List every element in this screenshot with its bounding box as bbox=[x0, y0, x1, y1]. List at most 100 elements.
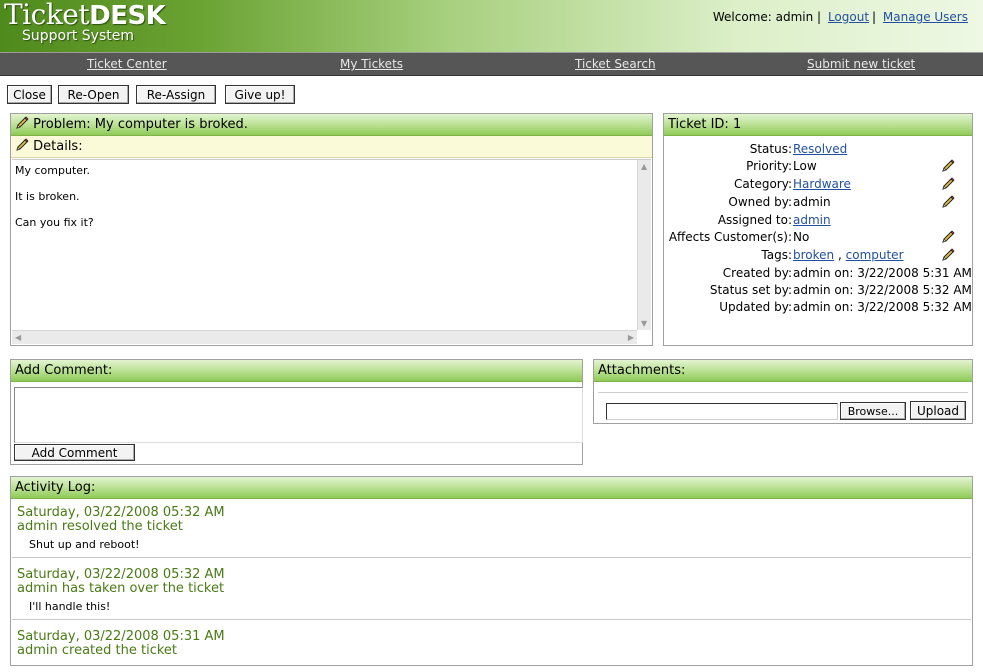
status-label: Status: bbox=[749, 142, 792, 156]
ticket-info-panel: Ticket ID: 1 Status: Resolved Priority: … bbox=[663, 113, 973, 346]
scroll-down-arrow-icon[interactable]: ▼ bbox=[641, 319, 647, 328]
pencil-icon[interactable] bbox=[15, 138, 29, 152]
details-text: My computer. It is broken. Can you fix i… bbox=[15, 164, 94, 242]
category-row: Category: Hardware bbox=[664, 177, 972, 194]
horizontal-scrollbar[interactable]: ◀ ▶ bbox=[12, 330, 637, 344]
status-set-row: Status set by: admin on: 3/22/2008 5:32 … bbox=[664, 283, 972, 300]
upload-button[interactable]: Upload bbox=[910, 401, 966, 420]
browse-button[interactable]: Browse... bbox=[840, 402, 906, 420]
priority-row: Priority: Low bbox=[664, 159, 972, 176]
pencil-icon[interactable] bbox=[941, 159, 955, 173]
add-comment-title: Add Comment: bbox=[15, 363, 113, 378]
log-entry: Saturday, 03/22/2008 05:31 AM admin crea… bbox=[17, 630, 225, 658]
assigned-value[interactable]: admin bbox=[793, 213, 831, 227]
priority-value: Low bbox=[793, 159, 817, 173]
pencil-icon[interactable] bbox=[941, 177, 955, 191]
ticket-id: Ticket ID: 1 bbox=[668, 117, 742, 132]
owned-row: Owned by: admin bbox=[664, 195, 972, 212]
pencil-icon[interactable] bbox=[941, 230, 955, 244]
updated-value: admin on: 3/22/2008 5:32 AM bbox=[793, 300, 972, 314]
log-comment: I'll handle this! bbox=[29, 600, 111, 613]
scroll-up-arrow-icon[interactable]: ▲ bbox=[641, 162, 647, 171]
log-comment: Shut up and reboot! bbox=[29, 538, 140, 551]
details-header: Details: bbox=[11, 136, 652, 158]
log-divider bbox=[12, 619, 971, 620]
category-label: Category: bbox=[734, 177, 792, 191]
tags-value: broken , computer bbox=[793, 248, 904, 262]
manage-users-link[interactable]: Manage Users bbox=[883, 10, 968, 24]
log-date: Saturday, 03/22/2008 05:32 AM bbox=[17, 505, 225, 520]
activity-log-header: Activity Log: bbox=[11, 477, 972, 499]
welcome-text: Welcome: admin | bbox=[712, 10, 822, 24]
problem-header: Problem: My computer is broked. bbox=[11, 114, 652, 136]
affects-label: Affects Customer(s): bbox=[668, 230, 792, 244]
attachments-panel: Attachments: Browse... Upload bbox=[593, 359, 973, 424]
owned-label: Owned by: bbox=[728, 195, 792, 209]
affects-row: Affects Customer(s): No bbox=[664, 230, 972, 247]
updated-label: Updated by: bbox=[719, 300, 792, 314]
activity-log-title: Activity Log: bbox=[15, 480, 96, 495]
ticket-id-header: Ticket ID: 1 bbox=[664, 114, 972, 136]
activity-log-panel: Activity Log: Saturday, 03/22/2008 05:32… bbox=[10, 476, 973, 666]
log-date: Saturday, 03/22/2008 05:32 AM bbox=[17, 567, 225, 582]
details-line: My computer. bbox=[15, 164, 91, 177]
attachments-title: Attachments: bbox=[598, 363, 686, 378]
problem-title: Problem: My computer is broked. bbox=[33, 117, 248, 132]
created-label: Created by: bbox=[722, 266, 792, 280]
status-set-label: Status set by: bbox=[709, 283, 792, 297]
tag-broken-link[interactable]: broken bbox=[793, 248, 834, 262]
pencil-icon[interactable] bbox=[941, 248, 955, 262]
assigned-row: Assigned to: admin bbox=[664, 213, 972, 230]
nav-submit-ticket[interactable]: Submit new ticket bbox=[807, 57, 915, 71]
log-action: admin resolved the ticket bbox=[17, 519, 183, 534]
priority-label: Priority: bbox=[746, 159, 792, 173]
add-comment-panel: Add Comment: Add Comment bbox=[10, 359, 583, 465]
user-bar: Welcome: admin | Logout | Manage Users bbox=[712, 10, 968, 24]
tag-computer-link[interactable]: computer bbox=[846, 248, 904, 262]
add-comment-header: Add Comment: bbox=[11, 360, 582, 382]
attachments-header: Attachments: bbox=[594, 360, 972, 382]
logo-title-prefix: Ticket bbox=[4, 0, 90, 31]
nav-bar: Ticket Center My Tickets Ticket Search S… bbox=[0, 52, 983, 76]
logout-link[interactable]: Logout bbox=[828, 10, 869, 24]
status-row: Status: Resolved bbox=[664, 142, 972, 159]
scroll-left-arrow-icon[interactable]: ◀ bbox=[15, 333, 21, 342]
details-content[interactable]: My computer. It is broken. Can you fix i… bbox=[12, 159, 651, 344]
status-value[interactable]: Resolved bbox=[793, 142, 847, 156]
logo-title-bold: DESK bbox=[89, 1, 166, 31]
add-comment-button[interactable]: Add Comment bbox=[14, 444, 135, 461]
file-path-input[interactable] bbox=[606, 403, 838, 420]
reopen-button[interactable]: Re-Open bbox=[58, 85, 129, 104]
scroll-right-arrow-icon[interactable]: ▶ bbox=[628, 333, 634, 342]
app-header: TicketDESK Support System Welcome: admin… bbox=[0, 0, 983, 52]
assigned-label: Assigned to: bbox=[717, 213, 792, 227]
category-value[interactable]: Hardware bbox=[793, 177, 851, 191]
details-label: Details: bbox=[33, 139, 83, 154]
log-action: admin created the ticket bbox=[17, 643, 177, 658]
log-entry: Saturday, 03/22/2008 05:32 AM admin reso… bbox=[17, 505, 225, 552]
nav-my-tickets[interactable]: My Tickets bbox=[340, 57, 403, 71]
nav-ticket-center[interactable]: Ticket Center bbox=[87, 57, 167, 71]
attachments-divider bbox=[598, 392, 968, 393]
reassign-button[interactable]: Re-Assign bbox=[136, 85, 216, 104]
tag-separator: , bbox=[837, 248, 842, 262]
close-button[interactable]: Close bbox=[7, 85, 52, 104]
pencil-icon[interactable] bbox=[941, 195, 955, 209]
comment-textarea[interactable] bbox=[14, 387, 583, 443]
status-set-value: admin on: 3/22/2008 5:32 AM bbox=[793, 283, 972, 297]
pencil-icon[interactable] bbox=[15, 116, 29, 130]
give-up-button[interactable]: Give up! bbox=[225, 85, 295, 104]
created-row: Created by: admin on: 3/22/2008 5:31 AM bbox=[664, 266, 972, 283]
vertical-scrollbar[interactable]: ▲ ▼ bbox=[637, 160, 651, 330]
details-line: It is broken. bbox=[15, 190, 80, 203]
nav-ticket-search[interactable]: Ticket Search bbox=[575, 57, 656, 71]
updated-row: Updated by: admin on: 3/22/2008 5:32 AM bbox=[664, 300, 972, 317]
log-date: Saturday, 03/22/2008 05:31 AM bbox=[17, 629, 225, 644]
logo-subtitle: Support System bbox=[22, 28, 134, 44]
log-divider bbox=[12, 557, 971, 558]
log-entry: Saturday, 03/22/2008 05:32 AM admin has … bbox=[17, 567, 225, 614]
problem-panel: Problem: My computer is broked. Details:… bbox=[10, 113, 653, 346]
affects-value: No bbox=[793, 230, 810, 244]
tags-label: Tags: bbox=[761, 248, 792, 262]
tags-row: Tags: broken , computer bbox=[664, 248, 972, 265]
